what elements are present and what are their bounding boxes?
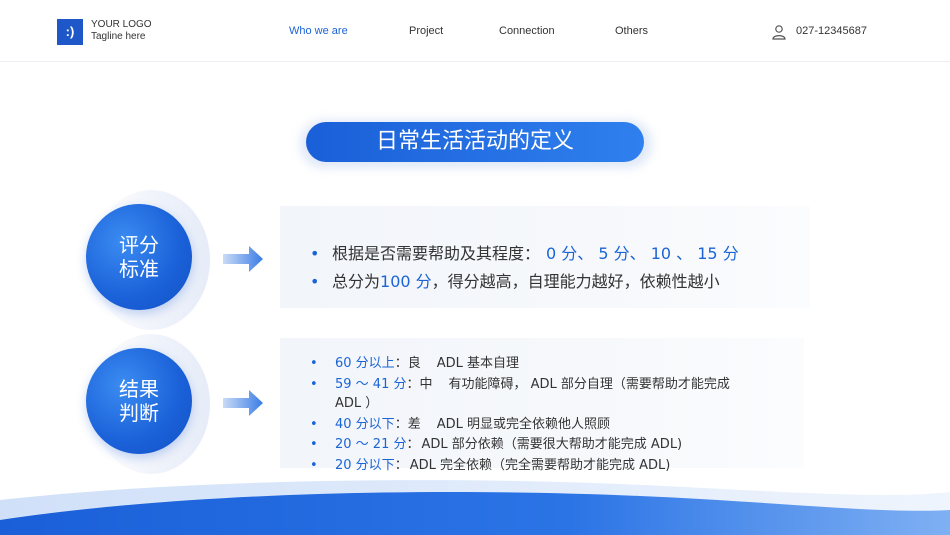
page-title: 日常生活活动的定义 [306, 122, 644, 162]
user-icon [772, 25, 786, 40]
result-item-3: • 40 分以下：差 ADL 明显或完全依赖他人照顾 [310, 417, 610, 432]
scoring-bullet-1: • 根据是否需要帮助及其程度： 0 分、 5 分、 10 、 15 分 [310, 244, 739, 263]
scoring-total: 100 分 [380, 272, 432, 291]
circle-1-line2: 标准 [119, 257, 159, 281]
scoring-text-2: 总分为 [332, 272, 381, 291]
result-desc-3: ADL 明显或完全依赖他人照顾 [436, 417, 610, 432]
result-grade-1: 良 [407, 356, 421, 371]
result-item-4: • 20 ～ 21 分： ADL 部分依赖（需要很大帮助才能完成 ADL) [310, 437, 683, 452]
result-label-2: 59 ～ 41 分 [335, 377, 407, 392]
result-grade-3: 差 [407, 417, 421, 432]
arrow-right-icon [223, 390, 263, 416]
phone-number: 027-12345687 [796, 25, 867, 37]
header: :) YOUR LOGO Tagline here Who we are Pro… [0, 0, 950, 62]
scoring-values: 0 分、 5 分、 10 、 15 分 [546, 244, 739, 263]
result-grade-2: 中 [419, 377, 433, 392]
circle-scoring-standard: 评分 标准 [86, 204, 192, 310]
scoring-content-box: • 根据是否需要帮助及其程度： 0 分、 5 分、 10 、 15 分 • 总分为10… [280, 206, 810, 308]
circle-1-line1: 评分 [119, 233, 159, 257]
result-desc-4: ADL 部分依赖（需要很大帮助才能完成 ADL) [421, 437, 683, 452]
result-label-1: 60 分以上 [335, 356, 395, 371]
bottom-wave [0, 480, 950, 535]
nav-who-we-are[interactable]: Who we are [289, 25, 348, 37]
result-item-2: • 59 ～ 41 分：中 有功能障碍， ADL 部分自理（需要帮助才能完成 [310, 377, 730, 392]
result-desc-2-cont: ADL ） [335, 396, 379, 411]
scoring-text-1: 根据是否需要帮助及其程度： [332, 244, 541, 263]
circle-2-line2: 判断 [119, 401, 159, 425]
result-label-3: 40 分以下 [335, 417, 395, 432]
logo-text: YOUR LOGO Tagline here [91, 19, 152, 43]
result-content-box: • 60 分以上：良 ADL 基本自理 • 59 ～ 41 分：中 有功能障碍， ADL… [280, 338, 804, 473]
circle-2-line1: 结果 [119, 377, 159, 401]
result-desc-1: ADL 基本自理 [436, 356, 519, 371]
nav-others[interactable]: Others [615, 25, 648, 37]
result-desc-2: 有功能障碍， ADL 部分自理（需要帮助才能完成 [448, 377, 730, 392]
result-label-4: 20 ～ 21 分 [335, 437, 407, 452]
scoring-bullet-2: • 总分为100 分，得分越高，自理能力越好，依赖性越小 [310, 272, 720, 291]
nav-connection[interactable]: Connection [499, 25, 555, 37]
nav-project[interactable]: Project [409, 25, 443, 37]
circle-result-judgement: 结果 判断 [86, 348, 192, 454]
result-item-1: • 60 分以上：良 ADL 基本自理 [310, 356, 519, 371]
logo-mark[interactable]: :) [57, 19, 83, 45]
logo-line1: YOUR LOGO [91, 19, 152, 30]
logo-tagline: Tagline here [91, 31, 146, 42]
scoring-text-2-tail: ，得分越高，自理能力越好，依赖性越小 [431, 272, 720, 291]
arrow-right-icon [223, 246, 263, 272]
